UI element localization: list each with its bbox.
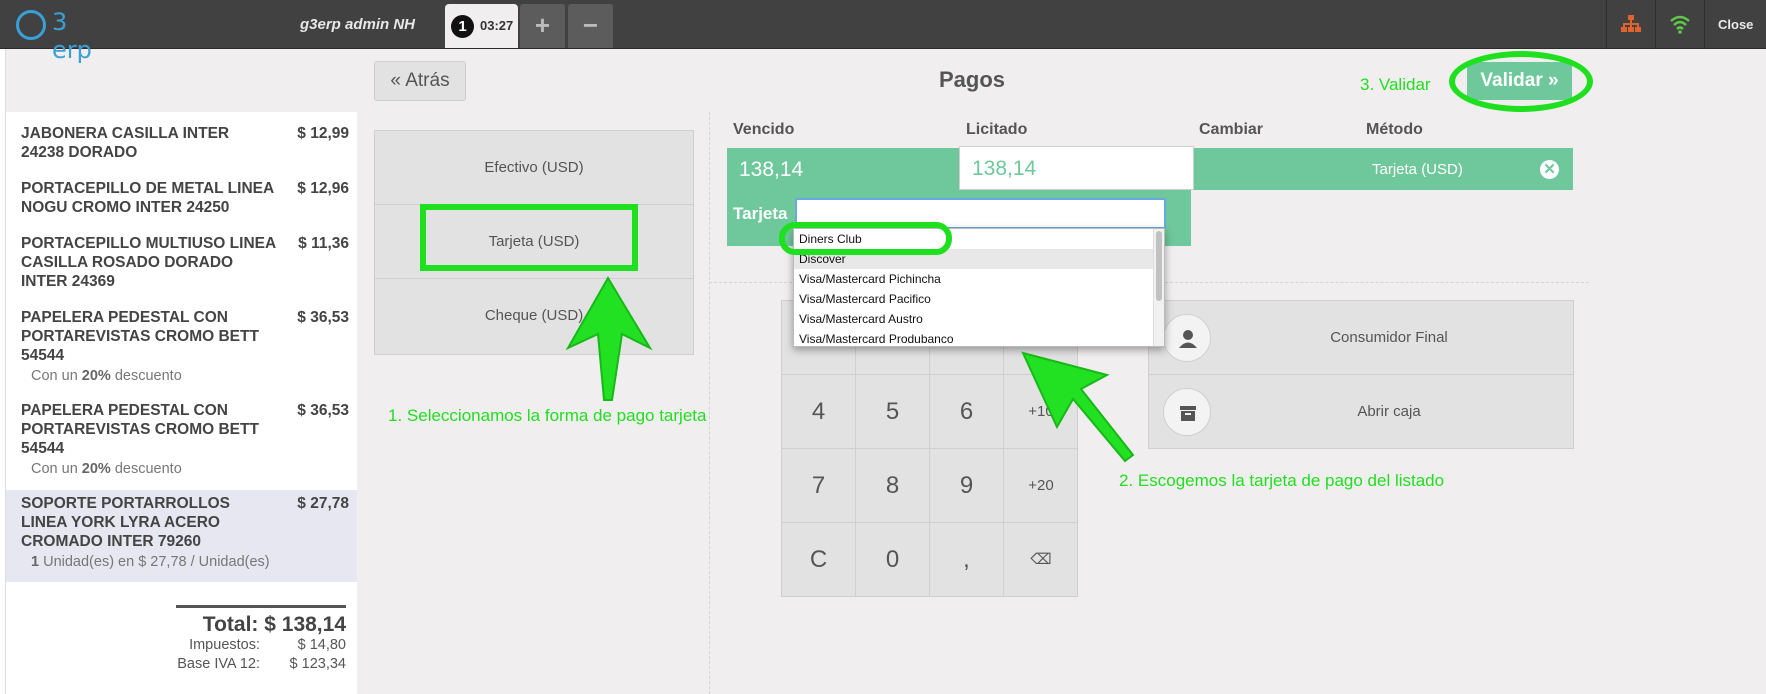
remove-order-button[interactable]: − — [568, 4, 613, 48]
numpad-key-clear[interactable]: C — [782, 523, 856, 597]
line-discount: Con un 20% descuento — [31, 368, 182, 384]
order-tab[interactable]: 1 03:27 — [445, 4, 518, 48]
highlight-ring-validate — [1449, 51, 1593, 112]
annotation-step-1: 1. Seleccionamos la forma de pago tarjet… — [388, 406, 707, 425]
annotation-step-3: 3. Validar — [1360, 75, 1431, 94]
client-buttons: Consumidor Final Abrir caja — [1148, 300, 1574, 449]
line-price: $ 11,36 — [298, 235, 349, 252]
separator — [1606, 0, 1607, 49]
order-line[interactable]: PORTACEPILLO DE METAL LINEA NOGU CROMO I… — [6, 179, 357, 227]
order-panel: JABONERA CASILLA INTER 24238 DORADO $ 12… — [6, 112, 357, 694]
line-discount: Con un 20% descuento — [31, 461, 182, 477]
numpad-key-0[interactable]: 0 — [856, 523, 930, 597]
line-price: $ 12,96 — [297, 180, 349, 197]
order-line[interactable]: JABONERA CASILLA INTER 24238 DORADO $ 12… — [6, 124, 357, 172]
base-row: Base IVA 12: $ 123,34 — [177, 656, 346, 672]
order-line[interactable]: PORTACEPILLO MULTIUSO LINEA CASILLA ROSA… — [6, 234, 357, 296]
dropdown-scrollbar[interactable] — [1153, 229, 1164, 346]
order-line[interactable]: PAPELERA PEDESTAL CON PORTAREVISTAS CROM… — [6, 401, 357, 481]
divider — [709, 112, 710, 694]
scrollbar-thumb[interactable] — [1156, 231, 1162, 301]
line-price: $ 36,53 — [297, 402, 349, 419]
order-line[interactable]: PAPELERA PEDESTAL CON PORTAREVISTAS CROM… — [6, 308, 357, 388]
arrow-up-icon — [565, 276, 653, 401]
remove-paymentline-icon[interactable]: ✕ — [1540, 160, 1559, 179]
line-product-name: PORTACEPILLO MULTIUSO LINEA CASILLA ROSA… — [21, 235, 276, 290]
line-product-name: JABONERA CASILLA INTER 24238 DORADO — [21, 125, 230, 161]
close-button[interactable]: Close — [1718, 17, 1753, 32]
wifi-icon[interactable] — [1669, 13, 1691, 35]
user-name[interactable]: g3erp admin NH — [300, 16, 415, 33]
customer-button[interactable]: Consumidor Final — [1149, 301, 1573, 375]
order-totals: Total: $ 138,14 Impuestos: $ 14,80 Base I… — [176, 605, 346, 675]
order-total: Total: $ 138,14 — [202, 613, 346, 636]
cashbox-label: Abrir caja — [1357, 403, 1421, 420]
separator — [1655, 0, 1656, 49]
dropdown-option[interactable]: Visa/Mastercard Pichincha — [794, 269, 1154, 289]
add-order-button[interactable]: + — [520, 4, 565, 48]
proxy-network-icon[interactable] — [1620, 13, 1642, 35]
arrow-upleft-icon — [1021, 351, 1135, 463]
paymentline-due: 138,14 — [739, 158, 804, 181]
archive-icon — [1163, 388, 1211, 436]
numpad-key-7[interactable]: 7 — [782, 449, 856, 523]
logo-text: 3 erp — [52, 8, 92, 64]
line-product-name: PAPELERA PEDESTAL CON PORTAREVISTAS CROM… — [21, 402, 259, 457]
numpad-key-5[interactable]: 5 — [856, 375, 930, 449]
customer-label: Consumidor Final — [1330, 329, 1448, 346]
page-title: Pagos — [938, 67, 1006, 92]
line-product-name: PORTACEPILLO DE METAL LINEA NOGU CROMO I… — [21, 180, 274, 216]
line-quantity-info: 1 Unidad(es) en $ 27,78 / Unidad(es) — [31, 554, 270, 570]
highlight-ring-diners — [779, 222, 952, 255]
paymentline-method: Tarjeta (USD) — [1372, 161, 1463, 178]
paymentline-row[interactable]: 138,14 138,14 Tarjeta (USD) ✕ — [727, 146, 1573, 190]
order-time: 03:27 — [480, 18, 514, 33]
numpad-key-8[interactable]: 8 — [856, 449, 930, 523]
numpad-key-4[interactable]: 4 — [782, 375, 856, 449]
user-icon — [1163, 314, 1211, 362]
highlight-box-card-method — [420, 204, 638, 271]
logo: 3 erp — [14, 6, 114, 64]
header-change: Cambiar — [1199, 121, 1264, 138]
back-button[interactable]: « Atrás — [374, 61, 466, 101]
line-price: $ 36,53 — [297, 309, 349, 326]
open-cashbox-button[interactable]: Abrir caja — [1149, 375, 1573, 449]
header-due: Vencido — [733, 121, 795, 138]
numpad-key-6[interactable]: 6 — [930, 375, 1004, 449]
backspace-icon[interactable]: ⌫ — [1004, 523, 1078, 597]
paymentline-tendered-input[interactable]: 138,14 — [959, 146, 1194, 190]
order-number: 1 — [451, 15, 474, 38]
numpad-key-9[interactable]: 9 — [930, 449, 1004, 523]
dropdown-option[interactable]: Visa/Mastercard Austro — [794, 309, 1154, 329]
annotation-step-2: 2. Escogemos la tarjeta de pago del list… — [1119, 471, 1445, 490]
taxes-row: Impuestos: $ 14,80 — [189, 637, 346, 653]
line-product-name: SOPORTE PORTARROLLOS LINEA YORK LYRA ACE… — [21, 495, 230, 550]
order-line-selected[interactable]: SOPORTE PORTARROLLOS LINEA YORK LYRA ACE… — [6, 490, 357, 582]
header-method: Método — [1366, 121, 1423, 138]
separator — [1704, 0, 1705, 49]
method-cash[interactable]: Efectivo (USD) — [375, 131, 693, 205]
top-bar: 3 erp g3erp admin NH 1 03:27 + − Close — [0, 0, 1766, 64]
numpad-key-comma[interactable]: , — [930, 523, 1004, 597]
logo-mark-icon — [16, 10, 46, 40]
line-price: $ 12,99 — [297, 125, 349, 142]
dropdown-option[interactable]: Visa/Mastercard Pacifico — [794, 289, 1154, 309]
header-tendered: Licitado — [966, 121, 1028, 138]
card-label: Tarjeta — [733, 204, 788, 223]
line-price: $ 27,78 — [297, 495, 349, 512]
line-product-name: PAPELERA PEDESTAL CON PORTAREVISTAS CROM… — [21, 309, 259, 364]
